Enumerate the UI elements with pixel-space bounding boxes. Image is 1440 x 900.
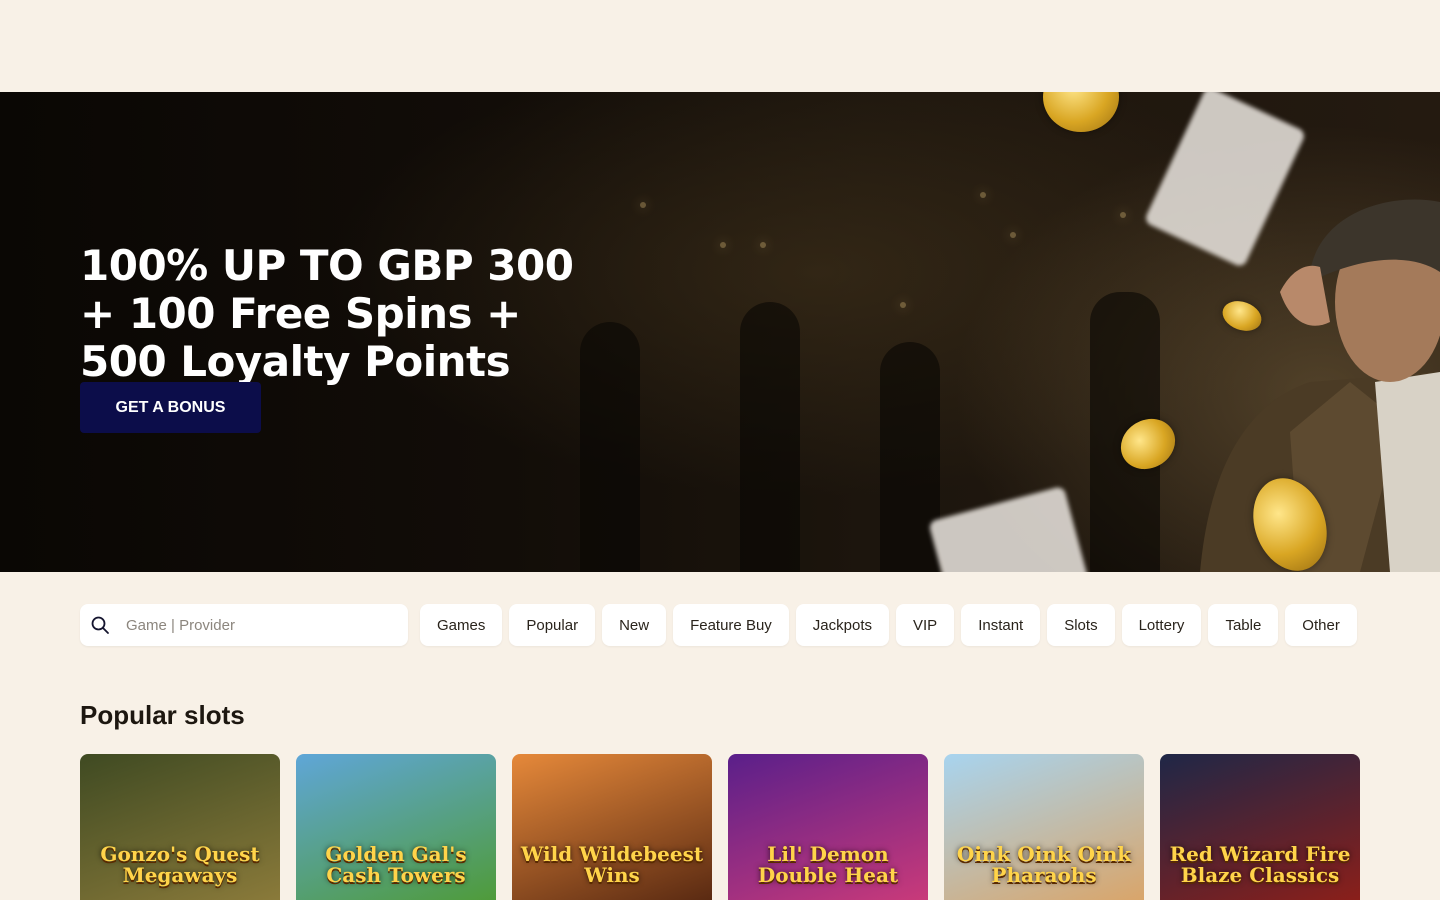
category-tab-other[interactable]: Other <box>1285 604 1357 646</box>
promo-hero-banner: 100% UP TO GBP 300 + 100 Free Spins + 50… <box>0 92 1440 572</box>
background-figure <box>740 302 800 572</box>
background-figure <box>880 342 940 572</box>
game-title-logo: Lil' Demon Double Heat <box>757 842 899 887</box>
category-tab-feature-buy[interactable]: Feature Buy <box>673 604 789 646</box>
game-tile[interactable]: Oink Oink Oink Pharaohs <box>944 754 1144 900</box>
game-filter-bar: GamesPopularNewFeature BuyJackpotsVIPIns… <box>0 572 1440 672</box>
game-title-logo: Oink Oink Oink Pharaohs <box>956 842 1132 887</box>
game-tile[interactable]: Lil' Demon Double Heat <box>728 754 928 900</box>
game-title-logo: Red Wizard Fire Blaze Classics <box>1169 842 1351 887</box>
category-tab-vip[interactable]: VIP <box>896 604 955 646</box>
search-box <box>80 604 408 646</box>
game-tile[interactable]: Gonzo's Quest Megaways <box>80 754 280 900</box>
search-icon[interactable] <box>90 615 110 635</box>
game-title-logo: Wild Wildebeest Wins <box>520 842 704 887</box>
promo-title: 100% UP TO GBP 300 + 100 Free Spins + 50… <box>80 241 574 386</box>
category-tab-slots[interactable]: Slots <box>1047 604 1115 646</box>
category-tab-popular[interactable]: Popular <box>509 604 596 646</box>
game-tile[interactable]: Golden Gal's Cash Towers <box>296 754 496 900</box>
category-tab-instant[interactable]: Instant <box>961 604 1041 646</box>
get-bonus-button[interactable]: GET A BONUS <box>80 382 261 433</box>
popular-slots-row: Gonzo's Quest Megaways Golden Gal's Cash … <box>80 754 1360 900</box>
category-tab-lottery[interactable]: Lottery <box>1121 604 1202 646</box>
category-tabs: Games Popular New Feature Buy Jackpots VIP Ins… <box>420 604 1357 646</box>
popular-slots-heading: Popular slots <box>80 700 245 730</box>
top-header-bar <box>0 0 1440 92</box>
game-title-logo: Gonzo's Quest Megaways <box>100 842 260 887</box>
game-tile[interactable]: Red Wizard Fire Blaze Classics <box>1160 754 1360 900</box>
game-tile[interactable]: Wild Wildebeest Wins <box>512 754 712 900</box>
category-tab-new[interactable]: New <box>602 604 667 646</box>
game-title-logo: Golden Gal's Cash Towers <box>325 842 467 887</box>
search-input[interactable] <box>124 615 388 635</box>
category-tab-table[interactable]: Table <box>1208 604 1279 646</box>
category-tab-games[interactable]: Games <box>420 604 503 646</box>
category-tab-jackpots[interactable]: Jackpots <box>795 604 889 646</box>
